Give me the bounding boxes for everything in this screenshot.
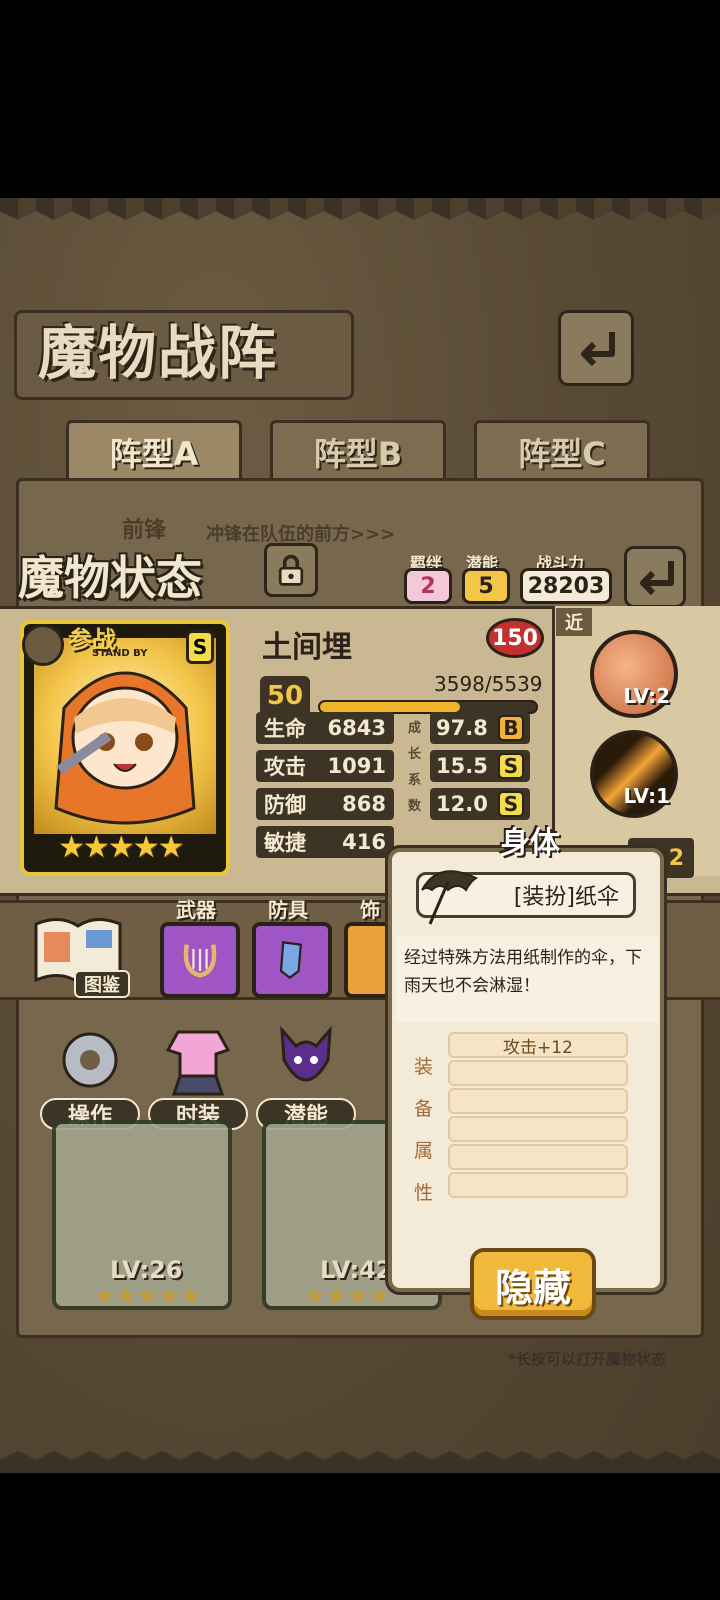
operation-menu[interactable]: 操作 [40, 1020, 140, 1130]
gear-icon [62, 1032, 118, 1088]
outfit-icon [165, 1030, 231, 1096]
portrait-art [34, 638, 216, 834]
footnote: *长按可以打开魔物状态 [508, 1350, 666, 1368]
stat-label: 生命 [264, 717, 306, 741]
stat-label: 攻击 [264, 755, 306, 779]
attr-label-char: 装 [414, 1056, 434, 1078]
skill-1-icon[interactable]: LV:2 [590, 630, 678, 718]
stat-label: 防御 [264, 793, 306, 817]
weapon-slot[interactable] [160, 922, 240, 998]
tab-formation-a[interactable]: 阵型A [66, 420, 242, 480]
umbrella-icon-svg [421, 870, 479, 925]
attribute-slot [448, 1172, 628, 1198]
stat-value: 1091 [327, 754, 386, 778]
monster-level: LV:26 [110, 1256, 183, 1284]
dark-spirit-icon [280, 1025, 332, 1082]
skill-level: LV:1 [623, 784, 670, 808]
growth-hp: 97.8 B [430, 712, 530, 744]
fashion-menu[interactable]: 时装 [148, 1020, 248, 1130]
hide-button[interactable]: 隐藏 [470, 1248, 596, 1320]
stat-defense: 防御 868 [256, 788, 394, 820]
stat-hp: 生命 6843 [256, 712, 394, 744]
skill-level: LV:2 [623, 684, 670, 708]
tab-formation-c[interactable]: 阵型C [474, 420, 650, 480]
stat-agility: 敏捷 416 [256, 826, 394, 858]
lock-button[interactable] [264, 543, 318, 597]
monster-stars: ★★★★ [304, 1282, 391, 1310]
stat-attack: 攻击 1091 [256, 750, 394, 782]
potential-value: 5 [462, 568, 510, 604]
growth-defense: 12.0 S [430, 788, 530, 820]
grade-badge: S [498, 791, 524, 817]
attr-label-char: 性 [414, 1182, 434, 1204]
character-name: 土间埋 [262, 630, 352, 665]
formation-position: 前锋 [122, 518, 167, 543]
return-arrow-icon [581, 332, 615, 367]
armor-slot[interactable] [252, 922, 332, 998]
weapon-slot-label: 武器 [176, 898, 216, 922]
encyclopedia-label: 图鉴 [74, 970, 130, 998]
grade-badge: S [498, 753, 524, 779]
rank-s-icon: S [186, 630, 214, 664]
standby-sub-label: STAND BY [92, 648, 148, 659]
popup-slot-title: 身体 [500, 826, 560, 861]
growth-value: 12.0 [436, 792, 488, 816]
accessory-slot-label: 饰 [360, 898, 380, 922]
monster-level: LV:42 [320, 1256, 393, 1284]
exp-bar-fill [320, 702, 461, 712]
stat-label: 敏捷 [264, 831, 306, 855]
back-button[interactable] [558, 310, 634, 386]
skill-2-icon[interactable]: LV:1 [590, 730, 678, 818]
attribute-slot: 攻击+12 [448, 1032, 628, 1058]
attribute-slot [448, 1088, 628, 1114]
bond-value: 2 [404, 568, 452, 604]
range-tag: 近 [556, 608, 592, 636]
accessory-slot[interactable] [344, 922, 392, 998]
stat-value: 868 [342, 792, 386, 816]
growth-value: 15.5 [436, 754, 488, 778]
item-description: 经过特殊方法用纸制作的伞，下雨天也不会淋湿！ [404, 948, 642, 996]
gauntlet-icon [279, 941, 302, 979]
page-title: 魔物战阵 [38, 319, 279, 387]
attr-label-char: 备 [414, 1098, 434, 1120]
status-back-button[interactable] [624, 546, 686, 608]
class-emblem-icon [22, 624, 64, 666]
character-art [54, 671, 196, 825]
armor-slot-label: 防具 [268, 898, 308, 922]
attribute-slot [448, 1060, 628, 1086]
lock-icon [278, 554, 304, 586]
status-title: 魔物状态 [18, 551, 202, 605]
potential-menu[interactable]: 潜能 [256, 1020, 356, 1130]
tab-formation-b[interactable]: 阵型B [270, 420, 446, 480]
growth-value: 97.8 [436, 716, 488, 740]
attribute-slot [448, 1116, 628, 1142]
monster-card[interactable]: LV:26 ★★★★★ [52, 1120, 232, 1310]
stat-value: 416 [342, 830, 386, 854]
character-stars: ★★★★★ [58, 830, 184, 865]
growth-attack: 15.5 S [430, 750, 530, 782]
exp-text: 3598/5539 [434, 672, 543, 696]
attr-label-char: 属 [414, 1140, 434, 1162]
heart-badge: 150 [486, 618, 544, 658]
umbrella-icon [418, 860, 480, 928]
stat-value: 6843 [327, 716, 386, 740]
attribute-slot [448, 1144, 628, 1170]
growth-label: 成长系数 [408, 721, 422, 814]
return-arrow-icon [640, 561, 674, 596]
monster-stars: ★★★★★ [94, 1282, 202, 1310]
grade-badge: B [498, 715, 524, 741]
character-level: 50 [260, 676, 310, 716]
power-value: 28203 [520, 568, 612, 604]
lyre-icon [183, 944, 217, 978]
